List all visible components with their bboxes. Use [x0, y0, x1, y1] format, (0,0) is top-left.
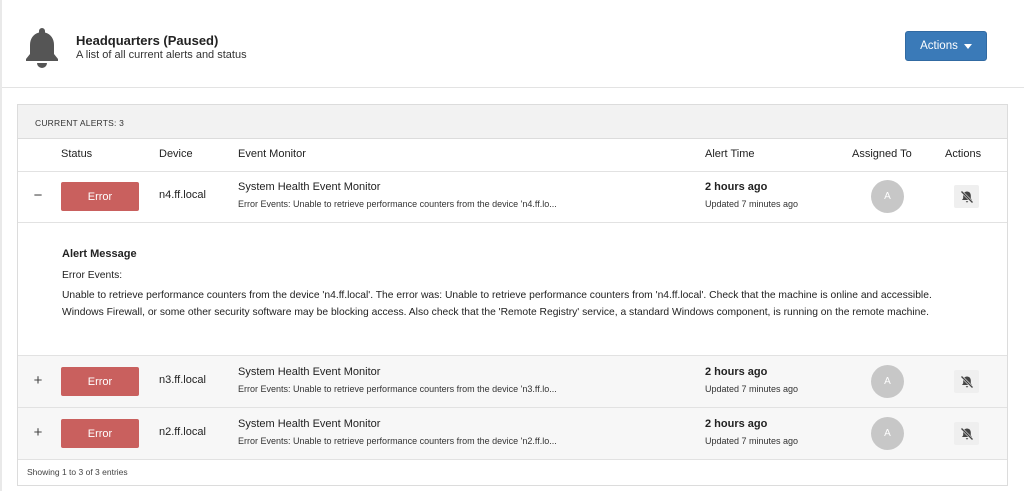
actions-dropdown-button[interactable]: Actions [905, 31, 987, 61]
event-monitor-name: System Health Event Monitor [238, 418, 381, 430]
event-monitor-description: Error Events: Unable to retrieve perform… [238, 199, 557, 209]
device-name: n3.ff.local [159, 374, 206, 386]
column-header-assigned-to[interactable]: Assigned To [852, 148, 912, 160]
actions-button-label: Actions [920, 40, 958, 52]
alerts-panel: CURRENT ALERTS: 3 Status Device Event Mo… [17, 104, 1008, 486]
event-monitor-name: System Health Event Monitor [238, 366, 381, 378]
alert-time: 2 hours ago [705, 366, 768, 378]
alert-time: 2 hours ago [705, 181, 768, 193]
table-row[interactable]: − Error n4.ff.local System Health Event … [18, 171, 1007, 223]
table-footer: Showing 1 to 3 of 3 entries [18, 457, 1007, 485]
mute-alert-button[interactable] [954, 422, 979, 445]
column-header-actions: Actions [945, 148, 982, 160]
column-header-event-monitor[interactable]: Event Monitor [238, 148, 306, 160]
assignee-avatar[interactable]: A [871, 365, 904, 398]
column-header-status[interactable]: Status [61, 148, 92, 160]
entries-summary: Showing 1 to 3 of 3 entries [27, 467, 128, 477]
alert-updated: Updated 7 minutes ago [705, 384, 799, 394]
alert-message-type: Error Events: [62, 270, 123, 281]
status-badge[interactable]: Error [61, 182, 139, 211]
expand-toggle[interactable]: + [31, 372, 45, 390]
collapse-toggle[interactable]: − [31, 187, 45, 205]
caret-down-icon [963, 43, 972, 49]
page-header: Headquarters (Paused) A list of all curr… [2, 0, 1024, 88]
device-name: n2.ff.local [159, 426, 206, 438]
event-monitor-description: Error Events: Unable to retrieve perform… [238, 384, 557, 394]
current-alerts-count: CURRENT ALERTS: 3 [35, 118, 125, 128]
alert-message-body: Unable to retrieve performance counters … [62, 290, 932, 318]
status-badge[interactable]: Error [61, 367, 139, 396]
device-name: n4.ff.local [159, 189, 206, 201]
alert-updated: Updated 7 minutes ago [705, 436, 799, 446]
bell-slash-icon [960, 427, 973, 440]
bell-icon [26, 28, 58, 68]
alert-message-title: Alert Message [62, 248, 137, 260]
panel-heading: CURRENT ALERTS: 3 [18, 105, 1007, 139]
page-subtitle: A list of all current alerts and status [76, 49, 247, 61]
mute-alert-button[interactable] [954, 185, 979, 208]
expand-toggle[interactable]: + [31, 424, 45, 442]
column-header-device[interactable]: Device [159, 148, 193, 160]
status-badge[interactable]: Error [61, 419, 139, 448]
assignee-avatar[interactable]: A [871, 180, 904, 213]
column-header-alert-time[interactable]: Alert Time [705, 148, 755, 160]
bell-slash-icon [960, 375, 973, 388]
event-monitor-description: Error Events: Unable to retrieve perform… [238, 436, 557, 446]
alert-message-panel: Alert Message Error Events: Unable to re… [18, 223, 1007, 355]
table-row[interactable]: + Error n2.ff.local System Health Event … [18, 408, 1007, 460]
page-title: Headquarters (Paused) [76, 33, 219, 48]
alert-time: 2 hours ago [705, 418, 768, 430]
bell-slash-icon [960, 190, 973, 203]
alert-updated: Updated 7 minutes ago [705, 199, 799, 209]
event-monitor-name: System Health Event Monitor [238, 181, 381, 193]
mute-alert-button[interactable] [954, 370, 979, 393]
assignee-avatar[interactable]: A [871, 417, 904, 450]
table-row[interactable]: + Error n3.ff.local System Health Event … [18, 356, 1007, 408]
